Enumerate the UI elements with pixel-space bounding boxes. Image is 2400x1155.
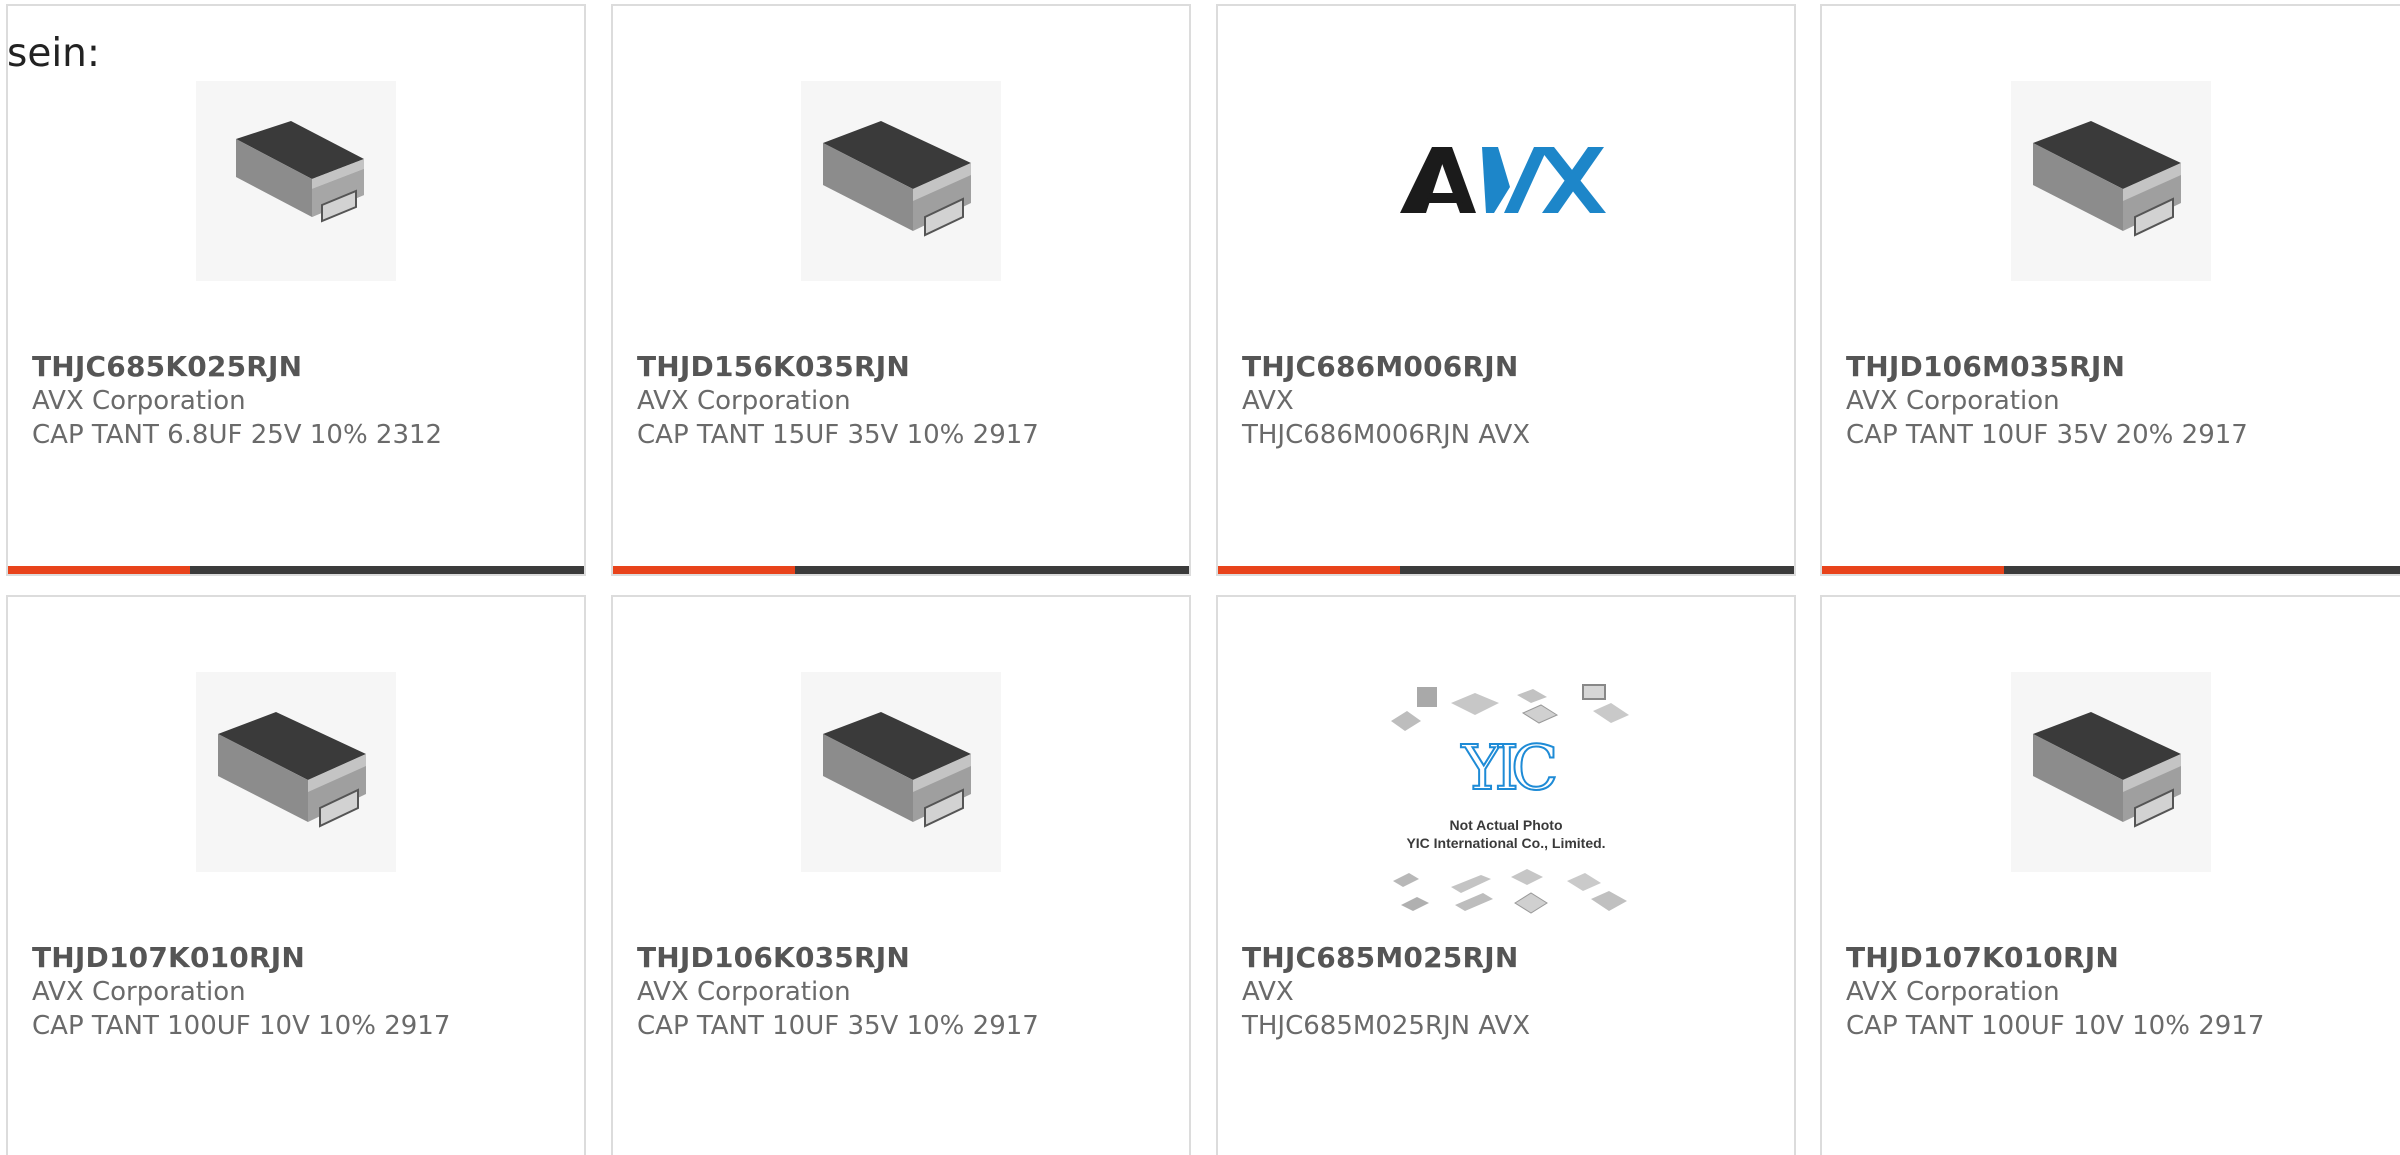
manufacturer: AVX Corporation [32,386,246,416]
yic-placeholder-image[interactable]: YIC Not Actual Photo YIC International C… [1371,681,1641,921]
description: THJC686M006RJN AVX [1242,420,1531,450]
product-card[interactable]: THJD106K035RJN AVX Corporation CAP TANT … [611,595,1191,1155]
description: CAP TANT 6.8UF 25V 10% 2312 [32,420,443,450]
description: CAP TANT 10UF 35V 20% 2917 [1846,420,2248,450]
manufacturer: AVX Corporation [637,386,851,416]
tantalum-capacitor-icon[interactable] [800,671,1002,873]
manufacturer: AVX [1242,386,1294,416]
avx-logo[interactable] [1396,80,1616,282]
part-number[interactable]: THJD107K010RJN [1846,941,2384,975]
part-number[interactable]: THJC686M006RJN [1242,350,1778,384]
part-number[interactable]: THJC685M025RJN [1242,941,1778,975]
yic-logo: YIC [1461,731,1560,804]
tantalum-capacitor-icon[interactable] [195,671,397,873]
card-bottom-bar [8,566,584,574]
part-number[interactable]: THJD156K035RJN [637,350,1173,384]
manufacturer: AVX [1242,977,1294,1007]
placeholder-caption-2: YIC International Co., Limited. [1406,835,1606,851]
description: CAP TANT 100UF 10V 10% 2917 [32,1011,451,1041]
manufacturer: AVX Corporation [1846,977,2060,1007]
card-accent [8,566,190,574]
manufacturer: AVX Corporation [637,977,851,1007]
product-card[interactable]: THJC685K025RJN AVX Corporation CAP TANT … [6,4,586,576]
manufacturer: AVX Corporation [1846,386,2060,416]
product-card[interactable]: YIC Not Actual Photo YIC International C… [1216,595,1796,1155]
tantalum-capacitor-icon[interactable] [800,80,1002,282]
description: CAP TANT 15UF 35V 10% 2917 [637,420,1039,450]
part-number[interactable]: THJC685K025RJN [32,350,568,384]
product-card[interactable]: THJD106M035RJN AVX Corporation CAP TANT … [1820,4,2400,576]
part-number[interactable]: THJD106K035RJN [637,941,1173,975]
card-accent [613,566,795,574]
tantalum-capacitor-icon[interactable] [2010,671,2212,873]
product-card[interactable]: THJD156K035RJN AVX Corporation CAP TANT … [611,4,1191,576]
card-bottom-bar [613,566,1189,574]
part-number[interactable]: THJD107K010RJN [32,941,568,975]
card-bottom-bar [1218,566,1794,574]
card-accent [1218,566,1400,574]
description: CAP TANT 10UF 35V 10% 2917 [637,1011,1039,1041]
part-number[interactable]: THJD106M035RJN [1846,350,2384,384]
product-grid: THJC685K025RJN AVX Corporation CAP TANT … [0,0,2400,1155]
description: THJC685M025RJN AVX [1242,1011,1531,1041]
product-card[interactable]: THJD107K010RJN AVX Corporation CAP TANT … [1820,595,2400,1155]
product-card[interactable]: THJD107K010RJN AVX Corporation CAP TANT … [6,595,586,1155]
manufacturer: AVX Corporation [32,977,246,1007]
intro-text: sein: [7,31,101,76]
placeholder-caption-1: Not Actual Photo [1449,817,1563,833]
card-accent [1822,566,2004,574]
tantalum-capacitor-icon[interactable] [195,80,397,282]
tantalum-capacitor-icon[interactable] [2010,80,2212,282]
product-card[interactable]: THJC686M006RJN AVX THJC686M006RJN AVX [1216,4,1796,576]
card-bottom-bar [1822,566,2400,574]
description: CAP TANT 100UF 10V 10% 2917 [1846,1011,2265,1041]
